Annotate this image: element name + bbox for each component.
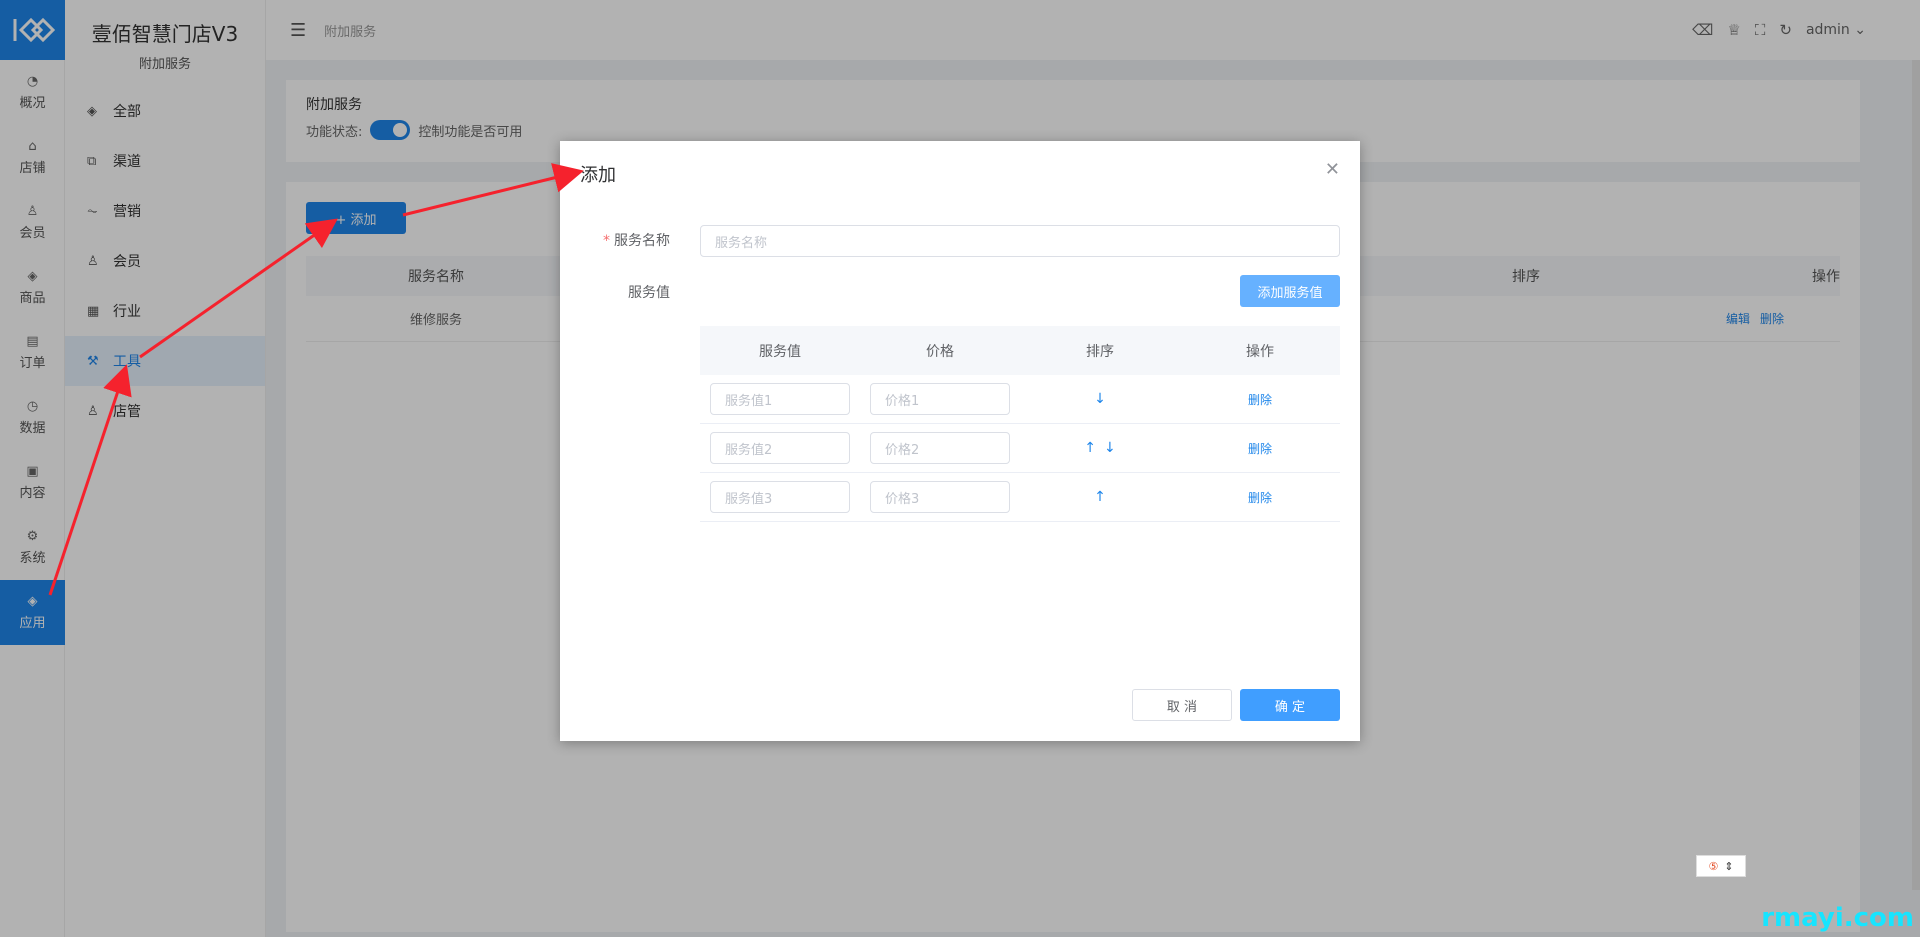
table-row: 服务值3 价格3 ↑ 删除 (700, 473, 1340, 522)
service-value-table: 服务值 价格 排序 操作 服务值1 价格1 ↓ 删除 服务值2 价格2 ↑ ↓ 删除 服务值3 价格… (700, 326, 1340, 522)
arrow-down-icon[interactable]: ↓ (1104, 440, 1116, 456)
sort-controls: ↑ ↓ (1020, 440, 1180, 456)
column-header: 排序 (1086, 343, 1114, 360)
dialog-title: 添加 (580, 165, 616, 186)
price-input[interactable]: 价格1 (870, 383, 1010, 415)
required-mark: * (603, 233, 610, 249)
sort-controls: ↓ (1020, 391, 1180, 407)
service-name-label: * 服务名称 (560, 230, 670, 250)
close-icon[interactable]: ✕ (1325, 159, 1340, 180)
service-value-table-header: 服务值 价格 排序 操作 (700, 326, 1340, 375)
column-header: 操作 (1246, 343, 1274, 360)
arrow-up-icon[interactable]: ↑ (1094, 489, 1106, 505)
delete-link[interactable]: 删除 (1248, 391, 1272, 408)
service-name-label-text: 服务名称 (614, 233, 670, 249)
cancel-button[interactable]: 取 消 (1132, 689, 1232, 721)
arrow-up-icon[interactable]: ↑ (1084, 440, 1096, 456)
arrow-down-icon[interactable]: ↓ (1094, 391, 1106, 407)
confirm-button[interactable]: 确 定 (1240, 689, 1340, 721)
watermark: rmayi.com (1761, 903, 1914, 933)
sort-controls: ↑ (1020, 489, 1180, 505)
html5-icon: ⑤ (1708, 859, 1719, 873)
service-name-input[interactable]: 服务名称 (700, 225, 1340, 257)
add-service-value-button[interactable]: 添加服务值 (1240, 275, 1340, 307)
spinner-icon: ⇕ (1724, 859, 1734, 873)
column-header: 价格 (926, 343, 954, 360)
add-dialog: 添加 ✕ * 服务名称 服务名称 服务值 添加服务值 服务值 价格 排序 操作 服… (560, 141, 1360, 741)
delete-link[interactable]: 删除 (1248, 489, 1272, 506)
price-input[interactable]: 价格2 (870, 432, 1010, 464)
delete-link[interactable]: 删除 (1248, 440, 1272, 457)
service-value-input[interactable]: 服务值3 (710, 481, 850, 513)
table-row: 服务值2 价格2 ↑ ↓ 删除 (700, 424, 1340, 473)
table-row: 服务值1 价格1 ↓ 删除 (700, 375, 1340, 424)
price-input[interactable]: 价格3 (870, 481, 1010, 513)
html5-badge[interactable]: ⑤ ⇕ (1696, 855, 1746, 877)
service-value-input[interactable]: 服务值2 (710, 432, 850, 464)
column-header: 服务值 (759, 343, 801, 360)
service-value-input[interactable]: 服务值1 (710, 383, 850, 415)
service-value-label: 服务值 (628, 285, 670, 301)
